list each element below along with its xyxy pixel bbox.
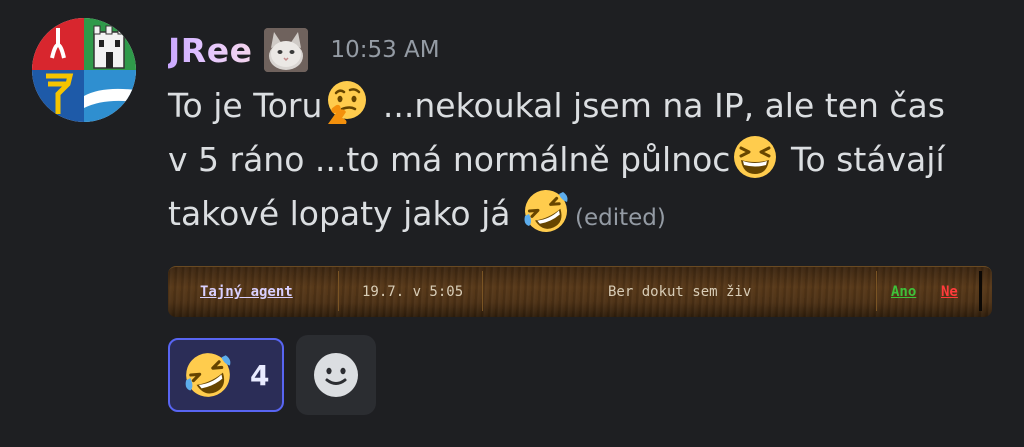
cat-badge-icon[interactable] [264, 28, 309, 72]
edited-indicator[interactable]: (edited) [575, 205, 666, 231]
coat-of-arms-avatar-image [32, 18, 136, 122]
reactions-bar: 4 [168, 335, 376, 415]
message-timestamp[interactable]: 10:53 AM [330, 37, 439, 63]
chat-message: JRee 10:53 AM To je Toru ...nekoukal jse… [0, 0, 1024, 447]
embed-yes-link[interactable]: Ano [891, 267, 916, 317]
embed-edge [979, 271, 982, 311]
embed-divider [338, 271, 339, 311]
embed-text: Ber dokut sem živ [608, 284, 752, 300]
embed-time: 19.7. v 5:05 [362, 284, 464, 300]
user-avatar[interactable] [32, 18, 136, 122]
rolling-on-floor-laughing-icon [182, 349, 234, 401]
embed-divider [482, 271, 483, 311]
game-embed-row: Tajný agent 19.7. v 5:05 Ber dokut sem ž… [168, 266, 992, 317]
reaction-rofl[interactable]: 4 [168, 338, 284, 412]
reaction-count: 4 [250, 358, 270, 392]
message-content: To je Toru ...nekoukal jsem na IP, ale t… [168, 78, 968, 244]
rolling-on-floor-laughing-emoji-icon[interactable] [521, 186, 571, 236]
thinking-face-emoji-icon[interactable] [322, 78, 372, 128]
grinning-squinting-face-emoji-icon[interactable] [730, 132, 780, 182]
username[interactable]: JRee [168, 31, 252, 70]
embed-no-link[interactable]: Ne [941, 267, 958, 317]
message-text-part-1: To je Toru [168, 86, 323, 125]
smile-add-reaction-icon [314, 353, 358, 397]
message-header: JRee 10:53 AM [168, 28, 440, 72]
embed-agent-link[interactable]: Tajný agent [200, 267, 293, 317]
add-reaction-button[interactable] [296, 335, 376, 415]
embed-divider [876, 271, 877, 311]
